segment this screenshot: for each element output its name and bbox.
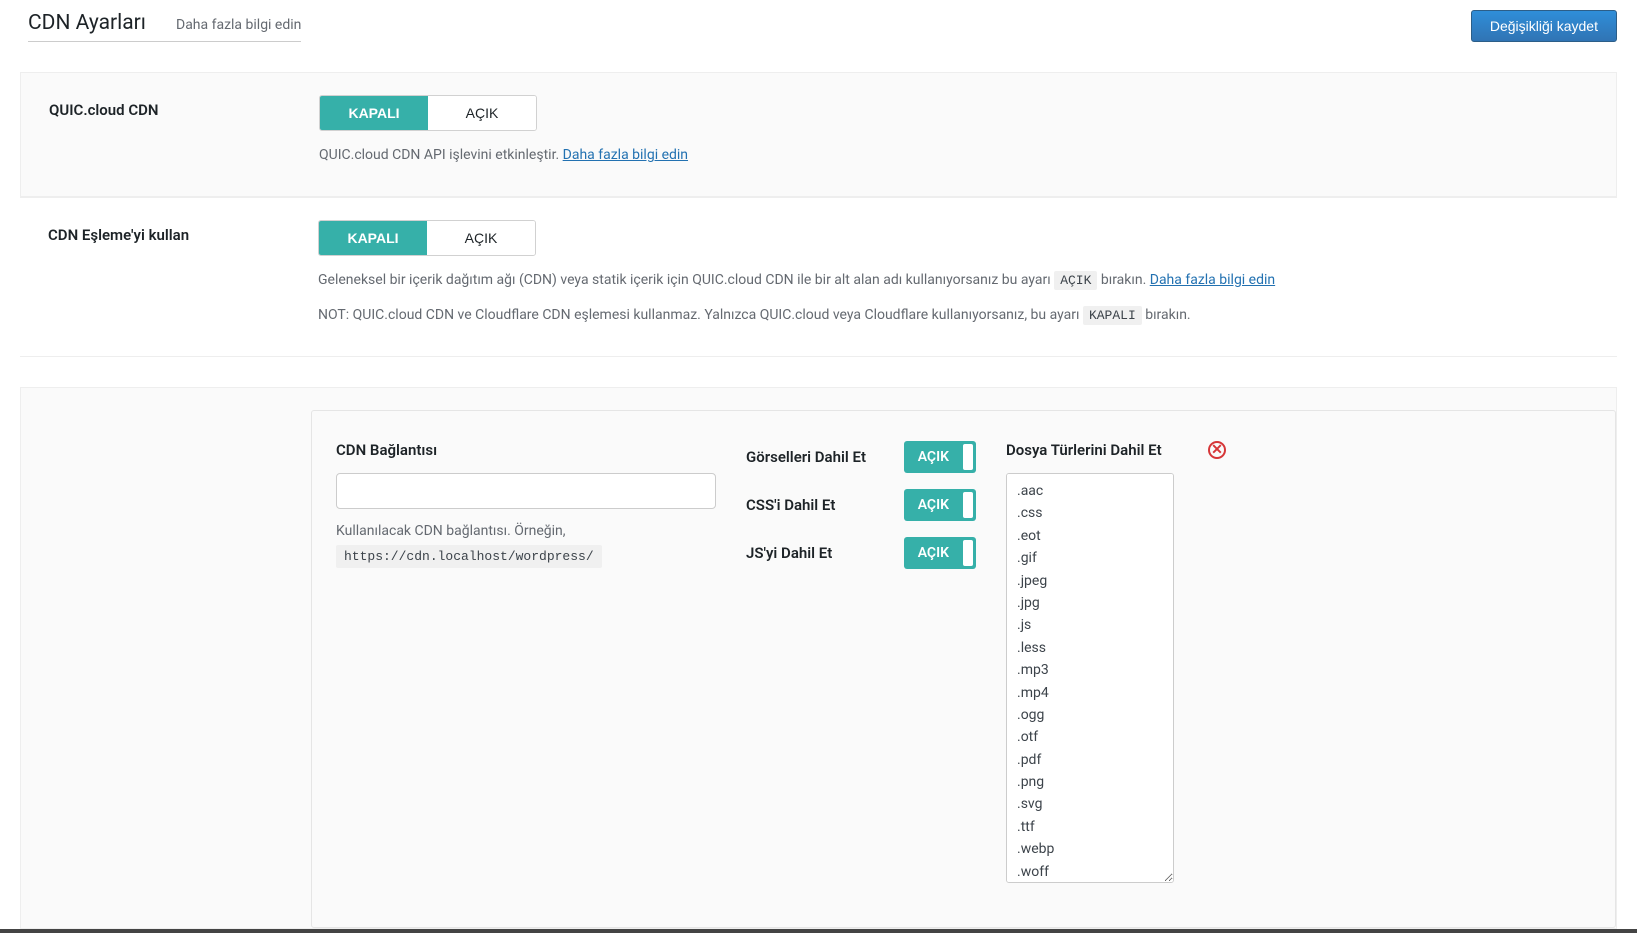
cdn-mapping-toggle[interactable]: KAPALI AÇIK (318, 220, 536, 256)
quic-cloud-off-button[interactable]: KAPALI (320, 96, 428, 130)
filetypes-textarea[interactable] (1006, 473, 1174, 883)
cdn-url-input[interactable] (336, 473, 716, 509)
include-js-toggle[interactable]: AÇIK (904, 537, 976, 569)
toggle-knob (963, 492, 973, 518)
cdn-url-example: https://cdn.localhost/wordpress/ (336, 545, 602, 568)
filetypes-label: Dosya Türlerini Dahil Et (1006, 441, 1162, 459)
cdn-mapping-off-button[interactable]: KAPALI (319, 221, 427, 255)
quic-cloud-description: QUIC.cloud CDN API işlevini etkinleştir.… (319, 145, 1588, 166)
toggle-knob (963, 444, 973, 470)
include-css-label: CSS'i Dahil Et (746, 496, 835, 514)
page-title: CDN Ayarları (28, 11, 146, 35)
quic-cloud-on-button[interactable]: AÇIK (428, 96, 536, 130)
cdn-mapping-description-2: NOT: QUIC.cloud CDN ve Cloudflare CDN eş… (318, 305, 1589, 326)
inline-code-on: AÇIK (1054, 271, 1097, 290)
cdn-mapping-learn-more-link[interactable]: Daha fazla bilgi edin (1150, 272, 1275, 288)
include-images-toggle[interactable]: AÇIK (904, 441, 976, 473)
include-images-label: Görselleri Dahil Et (746, 448, 866, 466)
cdn-mapping-description-1: Geleneksel bir içerik dağıtım ağı (CDN) … (318, 270, 1589, 291)
cdn-url-hint: Kullanılacak CDN bağlantısı. Örneğin, (336, 523, 716, 539)
quic-cloud-toggle[interactable]: KAPALI AÇIK (319, 95, 537, 131)
cdn-url-label: CDN Bağlantısı (336, 441, 716, 459)
inline-code-off: KAPALI (1083, 306, 1142, 325)
cdn-mapping-on-button[interactable]: AÇIK (427, 221, 535, 255)
learn-more-header-link[interactable]: Daha fazla bilgi edin (176, 17, 301, 33)
save-changes-button[interactable]: Değişikliği kaydet (1471, 10, 1617, 42)
cdn-mapping-label: CDN Eşleme'yi kullan (48, 220, 318, 244)
toggle-knob (963, 540, 973, 566)
remove-mapping-icon[interactable]: ✕ (1208, 441, 1226, 459)
quic-cloud-label: QUIC.cloud CDN (49, 95, 319, 119)
include-js-label: JS'yi Dahil Et (746, 544, 832, 562)
include-css-toggle[interactable]: AÇIK (904, 489, 976, 521)
quic-cloud-learn-more-link[interactable]: Daha fazla bilgi edin (563, 147, 688, 163)
